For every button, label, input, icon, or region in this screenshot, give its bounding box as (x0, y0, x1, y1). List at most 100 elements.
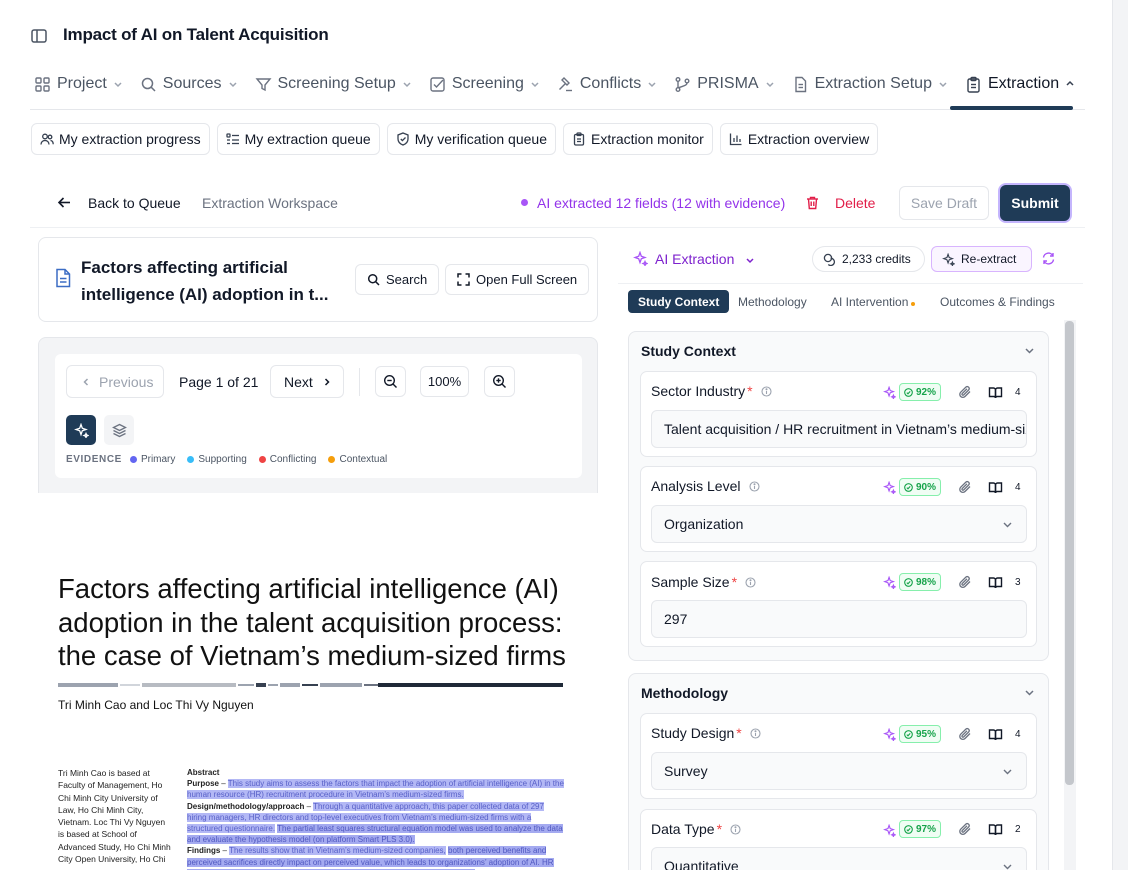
select-value: Organization (664, 516, 744, 532)
subtab-extraction-overview[interactable]: Extraction overview (719, 123, 879, 155)
info-icon[interactable] (750, 727, 761, 739)
study-design-select[interactable]: Survey (651, 752, 1027, 790)
book-open-icon[interactable] (988, 480, 1003, 495)
chevron-up-icon (1066, 80, 1074, 86)
nav-item-project[interactable]: Project (34, 75, 123, 93)
chevron-down-icon (403, 82, 411, 88)
confidence-badge: 98% (899, 573, 942, 591)
chevron-down-icon[interactable] (745, 255, 755, 265)
tab-ai-intervention[interactable]: AI Intervention (831, 290, 916, 313)
nav-divider (30, 109, 1085, 110)
chevron-down-icon (228, 82, 237, 88)
legend-dot (328, 456, 336, 463)
paperclip-icon[interactable] (958, 727, 972, 741)
nav-item-sources[interactable]: Sources (140, 75, 238, 93)
info-icon[interactable] (730, 823, 741, 835)
subtab-my-verification-queue[interactable]: My verification queue (386, 123, 556, 155)
book-open-icon[interactable] (988, 727, 1003, 742)
tab-label: AI Intervention (831, 294, 909, 309)
search-button[interactable]: Search (355, 264, 440, 295)
nav-item-extraction[interactable]: Extraction (965, 75, 1075, 93)
fullscreen-label: Open Full Screen (476, 272, 578, 287)
evidence-highlight[interactable]: The results show that in Vietnam’s mediu… (229, 846, 446, 856)
nav-item-screening-setup[interactable]: Screening Setup (255, 75, 412, 93)
abstract-heading: Abstract (187, 768, 220, 777)
arrow-left-icon[interactable] (57, 195, 72, 210)
book-open-icon[interactable] (988, 385, 1003, 400)
required-marker: * (716, 821, 723, 837)
tab-outcomes-findings[interactable]: Outcomes & Findings (940, 290, 1055, 313)
field-label: Analysis Level (651, 478, 760, 494)
nav-item-extraction-setup[interactable]: Extraction Setup (792, 75, 948, 93)
info-icon[interactable] (748, 480, 760, 492)
nav-item-prisma[interactable]: PRISMA (674, 75, 774, 93)
zoom-out-button[interactable] (375, 366, 406, 397)
sparkle-icon (942, 252, 955, 266)
previous-page-button[interactable]: Previous (66, 365, 164, 398)
save-draft-button[interactable]: Save Draft (899, 186, 989, 220)
delete-button[interactable]: Delete (835, 195, 875, 211)
next-page-button[interactable]: Next (270, 365, 344, 398)
submit-button[interactable]: Submit (1000, 185, 1070, 221)
info-icon[interactable] (761, 385, 772, 397)
paperclip-icon[interactable] (958, 385, 972, 399)
shield-check-icon (397, 132, 409, 146)
chevron-down-icon[interactable] (1024, 345, 1035, 356)
required-marker: * (736, 725, 742, 741)
confidence-value: 90% (916, 481, 937, 493)
nav-label: Extraction (987, 75, 1060, 92)
evidence-count: 4 (1015, 729, 1021, 740)
page-title: Impact of AI on Talent Acquisition (63, 25, 329, 44)
nav-item-conflicts[interactable]: Conflicts (557, 75, 657, 93)
evidence-count: 3 (1015, 577, 1021, 588)
legend-label: Contextual (339, 454, 388, 465)
zoom-in-icon (492, 374, 506, 388)
document-icon (794, 76, 806, 92)
tab-study-context[interactable]: Study Context (628, 290, 730, 313)
paperclip-icon[interactable] (958, 575, 972, 589)
sparkle-icon (883, 576, 896, 589)
back-to-queue-link[interactable]: Back to Queue (88, 195, 181, 211)
evidence-count: 4 (1015, 387, 1021, 398)
layers-mode-button[interactable] (104, 415, 134, 445)
open-full-screen-button[interactable]: Open Full Screen (445, 264, 590, 295)
scrollbar-thumb[interactable] (1065, 321, 1074, 785)
re-extract-button[interactable]: Re-extract (931, 246, 1032, 272)
check-circle-icon (904, 482, 913, 492)
ai-highlight-mode-button[interactable] (66, 415, 96, 445)
legend-dot (187, 456, 195, 463)
info-icon[interactable] (745, 576, 756, 588)
refresh-icon[interactable] (1041, 251, 1056, 266)
trash-icon[interactable] (805, 195, 820, 210)
chevron-down-icon[interactable] (1024, 687, 1035, 698)
credits-badge: 2,233 credits (812, 246, 925, 272)
subtab-label: My extraction progress (59, 131, 201, 147)
abstract-purpose: Purpose – This study aims to assess the … (187, 779, 564, 800)
subtab-my-extraction-progress[interactable]: My extraction progress (31, 123, 210, 155)
sample-size-input[interactable]: 297 (651, 600, 1027, 638)
re-extract-label: Re-extract (961, 252, 1017, 266)
nav-item-screening[interactable]: Screening (429, 75, 540, 93)
legend-item-conflicting: Conflicting (258, 454, 316, 465)
paperclip-icon[interactable] (958, 480, 972, 494)
evidence-highlight[interactable]: This study aims to assess the factors th… (187, 779, 564, 800)
ai-extraction-dropdown[interactable]: AI Extraction (655, 251, 734, 267)
sector-industry-input[interactable]: Talent acquisition / HR recruitment in V… (651, 410, 1027, 448)
window-scrollbar[interactable] (1112, 0, 1128, 870)
book-open-icon[interactable] (988, 822, 1003, 837)
sidebar-toggle-icon[interactable] (30, 27, 48, 45)
paperclip-icon[interactable] (958, 822, 972, 836)
search-label: Search (386, 272, 428, 287)
analysis-level-select[interactable]: Organization (651, 505, 1027, 543)
subtab-extraction-monitor[interactable]: Extraction monitor (562, 123, 713, 155)
zoom-in-button[interactable] (484, 366, 515, 397)
subtab-my-extraction-queue[interactable]: My extraction queue (216, 123, 380, 155)
abstract-subheading: Design/methodology/approach (187, 801, 305, 811)
book-open-icon[interactable] (988, 575, 1003, 590)
abstract-subheading: Findings (187, 846, 221, 856)
legend-item-primary: Primary (129, 454, 175, 465)
confidence-badge: 90% (899, 478, 942, 496)
tab-methodology[interactable]: Methodology (738, 290, 807, 313)
ai-status-dot (521, 199, 528, 206)
data-type-select[interactable]: Quantitative (651, 847, 1027, 870)
